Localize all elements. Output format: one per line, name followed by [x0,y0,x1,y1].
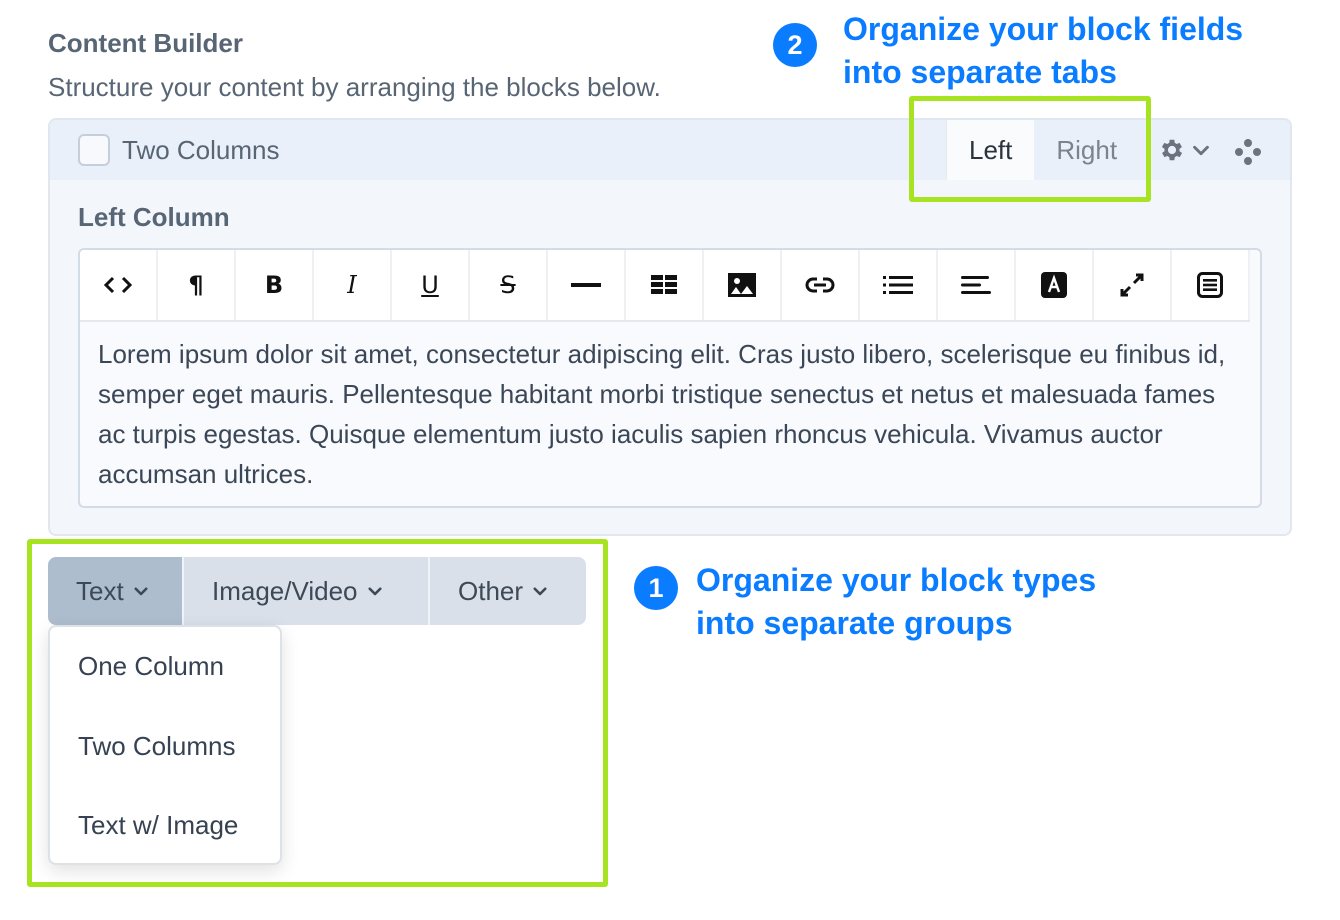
toolbar-text-color-button[interactable] [1016,250,1094,320]
group-label: Other [458,575,524,606]
toolbar-fullscreen-button[interactable] [1094,250,1172,320]
paragraph-icon: ¶ [188,271,204,299]
block-group-bar: Text Image/Video Other [48,557,586,625]
group-image-video-button[interactable]: Image/Video [184,557,430,625]
block-tabs: Left Right [946,120,1139,180]
editor-toolbar: ¶ B I U S [80,250,1250,322]
toolbar-format-block-button[interactable] [1172,250,1250,320]
expand-icon [1120,273,1144,297]
toolbar-align-button[interactable] [938,250,1016,320]
italic-icon: I [347,271,357,299]
chevron-down-icon [367,587,382,596]
rich-text-editor: ¶ B I U S Lorem ipsum dolor sit amet, co… [78,248,1262,508]
image-icon [728,273,756,297]
menu-item-two-columns[interactable]: Two Columns [78,731,236,762]
callout-text: Organize your block fields into separate… [843,11,1244,90]
callout-number-badge: 1 [634,566,678,610]
group-label: Text [76,575,124,606]
gear-icon [1161,139,1183,161]
editor-content[interactable]: Lorem ipsum dolor sit amet, consectetur … [98,334,1242,494]
callout-number-badge: 2 [773,23,817,67]
table-icon [651,275,677,294]
tab-right[interactable]: Right [1034,120,1139,180]
menu-item-text-with-image[interactable]: Text w/ Image [78,810,238,841]
toolbar-link-button[interactable] [782,250,860,320]
align-icon [961,276,991,294]
toolbar-italic-button[interactable]: I [314,250,392,320]
block-type-dropdown: One Column Two Columns Text w/ Image [48,625,282,865]
chevron-down-icon [134,587,148,596]
callout-2: 2 Organize your block fields into separa… [773,11,1243,94]
group-label: Image/Video [212,575,358,606]
callout-text: Organize your block types into separate … [696,562,1097,641]
content-block: Two Columns Left Right Left Column ¶ B I… [48,118,1292,536]
drag-handle[interactable] [1234,138,1262,171]
group-text-button[interactable]: Text [48,557,184,625]
field-label: Left Column [78,202,230,232]
toolbar-html-button[interactable] [80,250,158,320]
callout-1: 1 Organize your block types into separat… [634,562,1096,645]
document-icon [1197,272,1223,298]
toolbar-table-button[interactable] [626,250,704,320]
block-settings-button[interactable] [1158,136,1212,164]
block-select-checkbox[interactable] [78,134,110,166]
tab-left[interactable]: Left [946,120,1035,180]
page-title: Content Builder [48,28,243,58]
chevron-down-icon [1193,145,1209,156]
page-subtitle: Structure your content by arranging the … [48,72,661,102]
toolbar-list-button[interactable] [860,250,938,320]
chevron-down-icon [533,587,547,596]
strikethrough-icon: S [500,271,516,299]
toolbar-strikethrough-button[interactable]: S [470,250,548,320]
toolbar-paragraph-button[interactable]: ¶ [158,250,236,320]
toolbar-bold-button[interactable]: B [236,250,314,320]
group-other-button[interactable]: Other [430,557,586,625]
menu-item-one-column[interactable]: One Column [78,651,224,682]
bold-icon: B [264,271,284,299]
toolbar-image-button[interactable] [704,250,782,320]
code-icon [103,276,133,294]
block-type-name: Two Columns [122,135,280,165]
toolbar-hr-button[interactable] [548,250,626,320]
link-icon [805,277,835,293]
block-header: Two Columns Left Right [50,120,1290,180]
horizontal-rule-icon [571,283,601,287]
toolbar-underline-button[interactable]: U [392,250,470,320]
list-icon [883,276,913,294]
text-color-icon [1041,272,1067,298]
underline-icon: U [421,271,439,299]
drag-handle-icon [1235,139,1261,165]
